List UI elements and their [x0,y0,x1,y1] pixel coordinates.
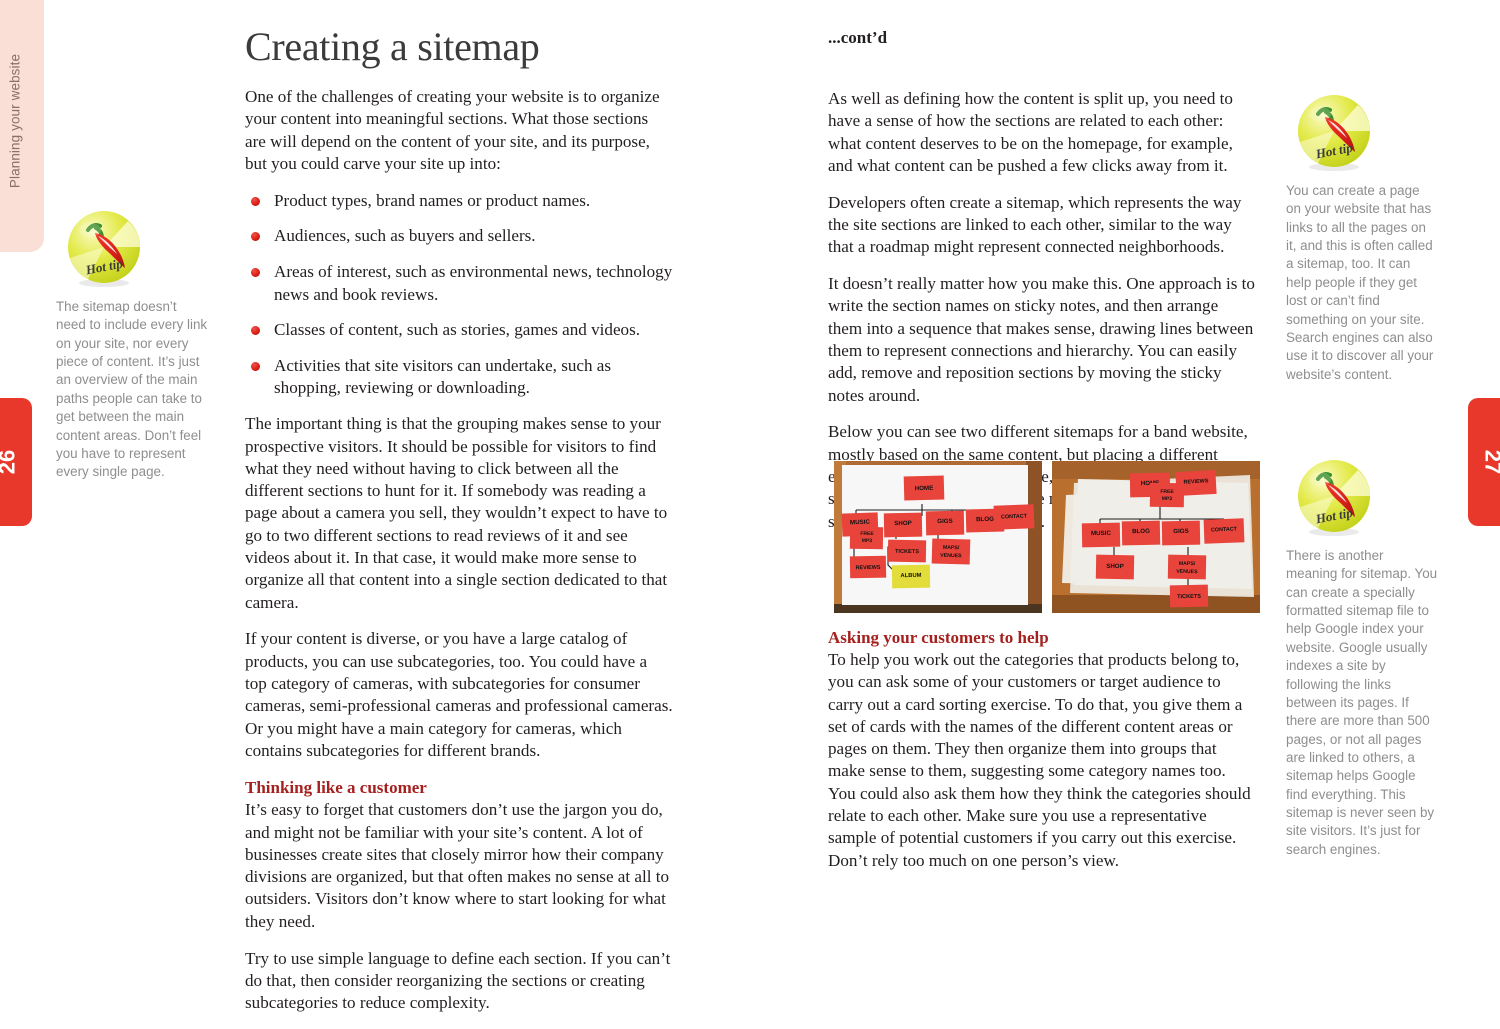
svg-text:GIGS: GIGS [937,518,953,525]
list-item: Activities that site visitors can undert… [245,355,673,400]
svg-text:MP3: MP3 [862,538,873,544]
svg-text:FREE: FREE [1160,489,1174,495]
svg-text:SHOP: SHOP [1106,563,1124,570]
svg-text:HOME: HOME [915,485,934,492]
left-page-column: Creating a sitemap One of the challenges… [245,26,673,1029]
hot-tip-icon: Hot tip [62,208,146,292]
svg-text:TICKETS: TICKETS [895,549,919,555]
list-item: Product types, brand names or product na… [245,190,673,212]
side-note-left-1: Hot tip The sitemap doesn’t need to incl… [56,208,208,482]
paragraph-sticky-notes: It doesn’t really matter how you make th… [828,274,1255,405]
svg-text:VENUES: VENUES [1176,569,1198,575]
page-number-tab-left: 26 [0,398,32,526]
list-item: Classes of content, such as stories, gam… [245,319,673,341]
side-note-text: You can create a page on your website th… [1286,183,1434,382]
svg-text:TICKETS: TICKETS [1177,594,1201,600]
svg-text:SHOP: SHOP [894,520,912,527]
paragraph-grouping: The important thing is that the grouping… [245,414,668,612]
side-note-right-2: Hot tip There is another meaning for sit… [1286,457,1438,859]
page-number-tab-right: 27 [1468,398,1500,526]
continued-title: ...cont’d [828,28,888,47]
svg-text:MAPS/: MAPS/ [1179,561,1196,567]
svg-text:ALBUM: ALBUM [900,573,921,579]
svg-text:CONTACT: CONTACT [1211,527,1238,534]
paragraph-jargon: It’s easy to forget that customers don’t… [245,800,670,931]
paragraph-subcategories: If your content is diverse, or you have … [245,629,673,760]
subheading-asking-your-customers-to-help: Asking your customers to help [828,628,1049,647]
svg-text:BLOG: BLOG [1132,528,1150,535]
subheading-thinking-like-a-customer: Thinking like a customer [245,778,427,798]
list-item: Audiences, such as buyers and sellers. [245,225,673,247]
svg-text:GIGS: GIGS [1173,528,1189,535]
side-note-text: The sitemap doesn’t need to include ever… [56,299,208,480]
svg-text:MP3: MP3 [1162,496,1173,502]
svg-text:VENUES: VENUES [940,553,962,560]
svg-text:MUSIC: MUSIC [1091,530,1112,537]
sitemap-photo-1: HOME MUSIC FREE MP3 REVIEWS SHOP TICKETS… [834,461,1042,613]
page-number-left: 26 [0,449,20,475]
paragraph-developers: Developers often create a sitemap, which… [828,192,1242,257]
paragraph-relations: As well as defining how the content is s… [828,89,1233,175]
page-title: Creating a sitemap [245,24,540,69]
paragraph-simple-language: Try to use simple language to define eac… [245,948,671,1013]
hot-tip-icon: Hot tip [1292,92,1376,176]
paragraph-intro: One of the challenges of creating your w… [245,87,660,173]
svg-text:MUSIC: MUSIC [850,519,871,527]
svg-text:MAPS/: MAPS/ [943,545,960,551]
page-number-right: 27 [1480,449,1500,475]
right-page-lower-column: Asking your customers to help To help yo… [828,628,1256,886]
paragraph-card-sorting: To help you work out the categories that… [828,650,1251,870]
sitemap-photo-2: HOME FREE MP3 REVIEWS MUSIC SHOP BLOG GI… [1052,461,1260,613]
svg-text:BLOG: BLOG [976,516,994,523]
list-item: Areas of interest, such as environmental… [245,261,673,306]
svg-text:REVIEWS: REVIEWS [856,565,881,571]
chapter-tab: Planning your website [0,0,44,252]
hot-tip-icon: Hot tip [1292,457,1376,541]
svg-text:FREE: FREE [860,531,874,537]
side-note-text: There is another meaning for sitemap. Yo… [1286,548,1438,857]
sitemap-photo-row: HOME MUSIC FREE MP3 REVIEWS SHOP TICKETS… [834,461,1260,613]
side-note-right-1: Hot tip You can create a page on your we… [1286,92,1438,384]
svg-text:CONTACT: CONTACT [1001,514,1028,521]
bullet-list: Product types, brand names or product na… [245,190,673,400]
chapter-tab-label: Planning your website [7,53,23,189]
